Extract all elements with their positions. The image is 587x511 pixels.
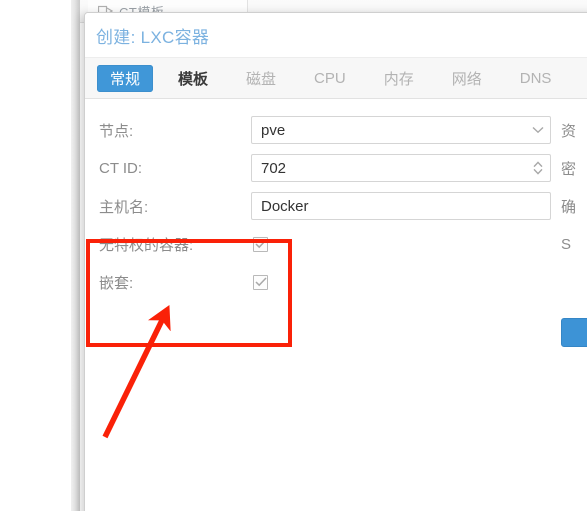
password-label: 密 (561, 160, 577, 178)
panel-splitter[interactable] (71, 0, 80, 511)
chevron-down-icon[interactable] (526, 117, 550, 143)
dialog-body: 节点: pve CT ID: 702 主机名: Docker 无特权的容器: 嵌… (85, 99, 587, 511)
create-button[interactable]: 创建 (561, 318, 587, 347)
check-icon (254, 239, 267, 249)
hostname-value: Docker (261, 197, 309, 215)
node-value: pve (261, 121, 286, 139)
unprivileged-checkbox[interactable] (253, 236, 268, 252)
create-lxc-dialog: 创建: LXC容器 常规 模板 磁盘 CPU 内存 网络 DNS 确认 节点: … (84, 12, 587, 511)
form-row-node: 节点: pve (99, 113, 551, 147)
node-label: 节点: (99, 122, 134, 140)
confirm-password-label: 确 (561, 198, 577, 216)
tab-general[interactable]: 常规 (97, 64, 154, 92)
form-row-hostname: 主机名: Docker (99, 189, 551, 223)
dialog-title: 创建: LXC容器 (96, 27, 210, 47)
tab-confirm[interactable]: 确认 (576, 65, 587, 92)
ssh-public-key-label: S (561, 235, 572, 253)
form-column-right: 资 密 确 S (561, 113, 587, 265)
tab-cpu[interactable]: CPU (301, 65, 359, 92)
unprivileged-label: 无特权的容器: (99, 236, 194, 254)
ctid-spinner[interactable]: 702 (251, 154, 551, 182)
hostname-label: 主机名: (99, 198, 149, 216)
spinner-arrows-icon[interactable] (526, 155, 550, 181)
ctid-value: 702 (261, 159, 287, 177)
hostname-input[interactable]: Docker (251, 192, 551, 220)
tab-template[interactable]: 模板 (165, 65, 221, 92)
tab-dns[interactable]: DNS (507, 65, 565, 92)
form-row-unprivileged: 无特权的容器: (99, 227, 551, 261)
background-left-panel (0, 0, 71, 511)
tab-network[interactable]: 网络 (439, 65, 495, 92)
form-column-left: 节点: pve CT ID: 702 主机名: Docker 无特权的容器: 嵌… (99, 113, 551, 303)
dialog-header: 创建: LXC容器 (85, 13, 587, 57)
tab-disk[interactable]: 磁盘 (233, 65, 289, 92)
screenshot-root: CT模板 创建: LXC容器 常规 模板 磁盘 CPU 内存 网络 DNS 确认… (0, 0, 587, 511)
tab-memory[interactable]: 内存 (371, 65, 427, 92)
nesting-checkbox[interactable] (253, 274, 268, 290)
dialog-tab-strip: 常规 模板 磁盘 CPU 内存 网络 DNS 确认 (85, 57, 587, 99)
node-select[interactable]: pve (251, 116, 551, 144)
nesting-label: 嵌套: (99, 274, 134, 292)
resource-pool-label: 资 (561, 122, 577, 140)
form-row-ctid: CT ID: 702 (99, 151, 551, 185)
ctid-label: CT ID: (99, 159, 143, 177)
check-icon (254, 277, 267, 287)
form-row-nesting: 嵌套: (99, 265, 551, 299)
